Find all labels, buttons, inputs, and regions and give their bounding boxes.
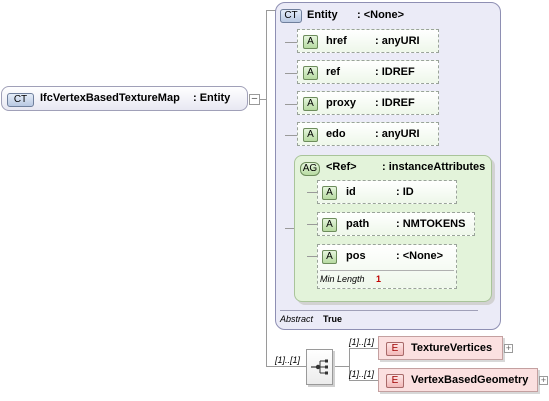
attribute-name: pos xyxy=(346,250,366,262)
abstract-label: Abstract xyxy=(280,314,314,324)
complex-type-badge: CT xyxy=(7,93,34,107)
attribute-type: : NMTOKENS xyxy=(396,218,466,230)
attribute-badge: A xyxy=(322,218,337,232)
complex-type-type: : <None> xyxy=(357,9,405,21)
abstract-value: True xyxy=(323,314,343,324)
attribute-badge: A xyxy=(303,97,318,111)
abstract-divider xyxy=(280,310,478,311)
expand-vertex-based-geometry[interactable]: + xyxy=(539,376,548,385)
facet-label: Min Length xyxy=(320,274,365,284)
element-name: VertexBasedGeometry xyxy=(411,374,529,386)
attribute-pos[interactable]: A pos : <None> Min Length 1 xyxy=(317,244,457,289)
attribute-badge: A xyxy=(303,66,318,80)
sequence-icon xyxy=(311,359,328,375)
connector-seq-out xyxy=(333,366,349,367)
element-vertex-based-geometry[interactable]: E VertexBasedGeometry xyxy=(378,368,538,392)
attribute-ref[interactable]: A ref : IDREF xyxy=(297,60,439,84)
connector-pos xyxy=(307,256,317,257)
attribute-group-type: : instanceAttributes xyxy=(382,161,486,173)
attribute-type: : anyURI xyxy=(375,35,420,47)
connector-to-sequence xyxy=(266,366,306,367)
attribute-id[interactable]: A id : ID xyxy=(317,180,457,204)
connector-proxy xyxy=(285,104,297,105)
complex-type-badge: CT xyxy=(280,9,302,23)
element-name: TextureVertices xyxy=(411,342,493,354)
attribute-edo[interactable]: A edo : anyURI xyxy=(297,122,439,146)
expand-texture-vertices[interactable]: + xyxy=(504,344,513,353)
element-multiplicity: [1]..[1] xyxy=(349,369,375,379)
attribute-name: edo xyxy=(326,128,346,140)
attribute-name: href xyxy=(326,35,347,47)
connector-id xyxy=(307,192,317,193)
facet-value: 1 xyxy=(376,274,382,284)
element-badge: E xyxy=(386,374,404,388)
root-entity-name: IfcVertexBasedTextureMap xyxy=(40,92,180,104)
attribute-group-badge: AG xyxy=(300,162,320,176)
root-entity-box[interactable]: CT IfcVertexBasedTextureMap : Entity xyxy=(1,86,248,111)
element-texture-vertices[interactable]: E TextureVertices xyxy=(378,336,503,360)
attribute-badge: A xyxy=(303,128,318,142)
attribute-name: proxy xyxy=(326,97,356,109)
attribute-group-name: <Ref> xyxy=(326,161,357,173)
attribute-type: : ID xyxy=(396,186,414,198)
attribute-href[interactable]: A href : anyURI xyxy=(297,29,439,53)
connector-attribute-group xyxy=(285,228,294,229)
connector-path xyxy=(307,224,317,225)
sequence-multiplicity: [1]..[1] xyxy=(275,355,301,365)
connector-to-vertex-geometry xyxy=(349,380,378,381)
connector-href xyxy=(285,42,297,43)
facet-divider xyxy=(320,270,454,271)
root-entity-type: : Entity xyxy=(193,92,231,104)
connector-to-texture-vertices xyxy=(349,348,378,349)
attribute-badge: A xyxy=(303,35,318,49)
element-multiplicity: [1]..[1] xyxy=(349,337,375,347)
attribute-type: : IDREF xyxy=(375,97,415,109)
attribute-type: : anyURI xyxy=(375,128,420,140)
attribute-name: id xyxy=(346,186,356,198)
attribute-name: ref xyxy=(326,66,341,78)
collapse-toggle[interactable]: − xyxy=(249,94,260,105)
attribute-name: path xyxy=(346,218,370,230)
attribute-path[interactable]: A path : NMTOKENS xyxy=(317,212,475,236)
attribute-type: : IDREF xyxy=(375,66,415,78)
attribute-badge: A xyxy=(322,186,337,200)
connector-edo xyxy=(285,135,297,136)
connector-trunk xyxy=(266,10,267,367)
element-badge: E xyxy=(386,342,404,356)
attribute-type: : <None> xyxy=(396,250,444,262)
attribute-proxy[interactable]: A proxy : IDREF xyxy=(297,91,439,115)
attribute-badge: A xyxy=(322,250,337,264)
sequence-compositor[interactable] xyxy=(306,349,333,385)
connector-ref xyxy=(285,73,297,74)
complex-type-name: Entity xyxy=(307,9,338,21)
